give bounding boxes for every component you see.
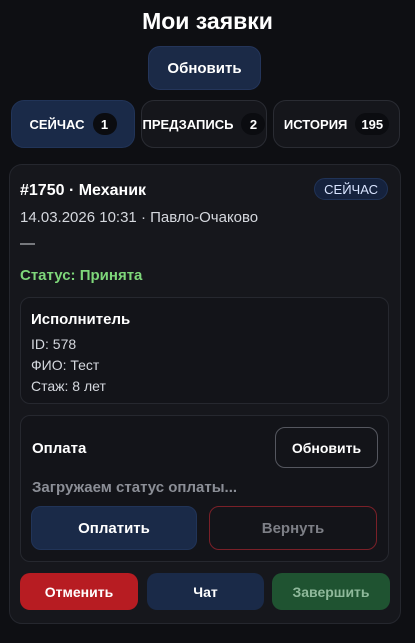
tab-history[interactable]: ИСТОРИЯ 195 [273, 100, 400, 148]
tab-preorder[interactable]: ПРЕДЗАПИСЬ 2 [141, 100, 267, 148]
payment-refresh-button[interactable]: Обновить [275, 427, 378, 468]
pay-button[interactable]: Оплатить [31, 506, 197, 550]
executor-experience: Стаж: 8 лет [31, 378, 106, 394]
status-badge: СЕЙЧАС [314, 178, 388, 200]
executor-name: ФИО: Тест [31, 357, 100, 373]
payment-status-text: Загружаем статус оплаты... [32, 479, 238, 496]
order-status: Статус: Принята [20, 267, 143, 284]
tab-now[interactable]: СЕЙЧАС 1 [11, 100, 135, 148]
return-button[interactable]: Вернуть [209, 506, 377, 550]
tab-label: СЕЙЧАС [29, 116, 85, 132]
refresh-button[interactable]: Обновить [148, 46, 261, 90]
order-description: — [20, 235, 35, 252]
tab-label: ПРЕДЗАПИСЬ [142, 116, 234, 132]
finish-button[interactable]: Завершить [272, 573, 390, 610]
tab-count-badge: 1 [92, 113, 117, 135]
chat-button[interactable]: Чат [147, 573, 264, 610]
order-card: #1750 · Механик СЕЙЧАС 14.03.2026 10:31 … [9, 164, 401, 624]
page-title: Мои заявки [142, 8, 273, 34]
tab-count-badge: 2 [241, 113, 266, 135]
tab-count-badge: 195 [355, 113, 390, 135]
payment-title: Оплата [32, 440, 87, 457]
order-meta: 14.03.2026 10:31 · Павло-Очаково [20, 209, 259, 226]
executor-title: Исполнитель [31, 311, 131, 328]
executor-panel: Исполнитель ID: 578 ФИО: Тест Стаж: 8 ле… [20, 297, 389, 404]
tab-label: ИСТОРИЯ [283, 116, 348, 132]
order-title: #1750 · Механик [20, 182, 147, 199]
executor-id: ID: 578 [31, 336, 77, 352]
payment-panel: Оплата Обновить Загружаем статус оплаты.… [20, 415, 389, 562]
cancel-button[interactable]: Отменить [20, 573, 138, 610]
